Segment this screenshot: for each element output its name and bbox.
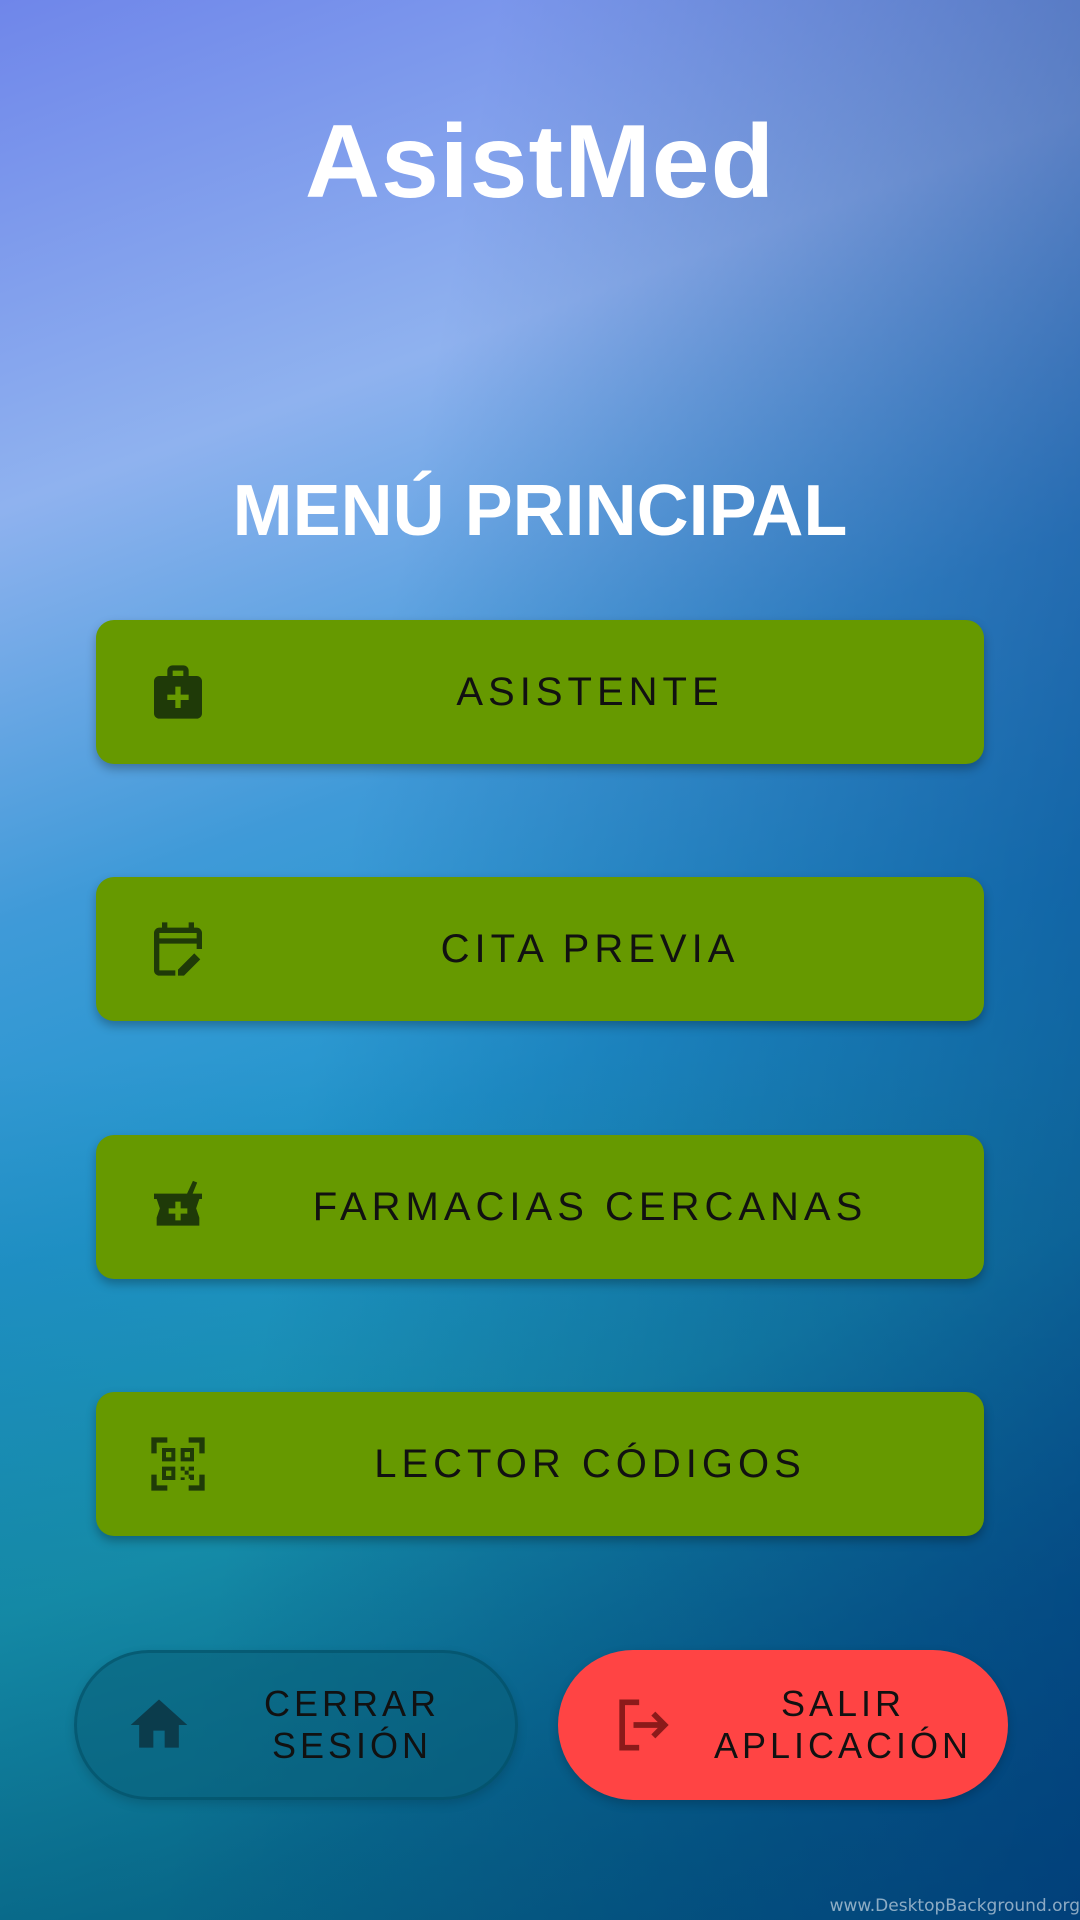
exit-icon	[608, 1691, 676, 1759]
app-title: AsistMed	[304, 104, 776, 220]
exit-app-label: SALIR APLICACIÓN	[713, 1683, 973, 1766]
mortar-pestle-plus-icon	[146, 1175, 210, 1239]
logout-label: CERRAR SESIÓN	[263, 1683, 440, 1766]
cita-previa-label: CITA PREVIA	[440, 926, 740, 971]
calendar-edit-icon	[146, 917, 210, 981]
qr-code-scan-icon	[146, 1432, 210, 1496]
home-icon	[125, 1691, 193, 1759]
cita-previa-button[interactable]: CITA PREVIA	[96, 877, 984, 1021]
menu-title: MENÚ PRINCIPAL	[232, 471, 848, 551]
farmacias-cercanas-button[interactable]: FARMACIAS CERCANAS	[96, 1135, 984, 1279]
farmacias-cercanas-label: FARMACIAS CERCANAS	[312, 1184, 868, 1229]
logout-button[interactable]: CERRAR SESIÓN	[74, 1650, 518, 1800]
asistente-label: ASISTENTE	[456, 669, 724, 714]
lector-codigos-button[interactable]: LECTOR CÓDIGOS	[96, 1392, 984, 1536]
lector-codigos-label: LECTOR CÓDIGOS	[374, 1441, 806, 1486]
asistente-button[interactable]: ASISTENTE	[96, 620, 984, 764]
medical-bag-icon	[146, 660, 210, 724]
exit-app-button[interactable]: SALIR APLICACIÓN	[558, 1650, 1008, 1800]
watermark: www.DesktopBackground.org	[829, 1896, 1080, 1916]
